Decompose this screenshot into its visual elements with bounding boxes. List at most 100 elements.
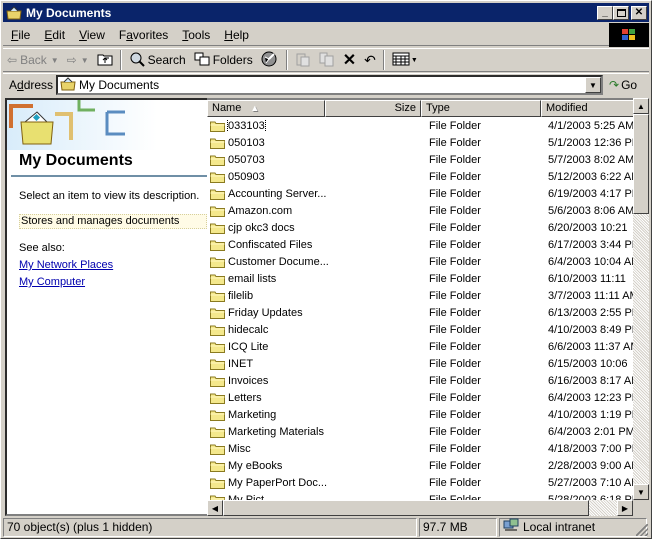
back-label: Back: [20, 53, 47, 67]
file-row[interactable]: hidecalc File Folder 4/10/2003 8:49 PM: [207, 321, 633, 338]
file-row[interactable]: 050903 File Folder 5/12/2003 6:22 AM: [207, 168, 633, 185]
copy-to-button[interactable]: [315, 49, 339, 71]
back-button[interactable]: ⇦ Back ▼: [3, 49, 63, 71]
vertical-scroll-thumb[interactable]: [633, 114, 649, 214]
address-dropdown-button[interactable]: ▼: [585, 77, 601, 93]
folder-icon: [210, 273, 228, 285]
file-name-cell: Letters: [207, 392, 423, 404]
file-type: File Folder: [429, 136, 481, 149]
folder-icon: [210, 188, 228, 200]
status-zone: Local intranet: [499, 518, 647, 537]
file-row[interactable]: Marketing Materials File Folder 6/4/2003 2…: [207, 423, 633, 440]
file-row[interactable]: Marketing File Folder 4/10/2003 1:19 PM: [207, 406, 633, 423]
forward-button[interactable]: ⇨ ▼: [63, 49, 93, 71]
back-arrow-icon: ⇦: [7, 53, 18, 67]
scroll-left-button[interactable]: ◀: [207, 500, 223, 516]
file-name-cell: Marketing Materials: [207, 426, 423, 438]
maximize-button[interactable]: [613, 5, 629, 20]
scroll-right-button[interactable]: ▶: [617, 500, 633, 516]
column-header-modified[interactable]: Modified: [541, 100, 633, 117]
views-button[interactable]: ▼: [388, 49, 422, 71]
file-name-cell: 050703: [207, 154, 423, 166]
file-name-cell: 050903: [207, 171, 423, 183]
menu-view[interactable]: View: [73, 28, 111, 42]
file-row[interactable]: Invoices File Folder 6/16/2003 8:17 AM: [207, 372, 633, 389]
folders-button[interactable]: Folders: [190, 49, 257, 71]
file-modified: 3/7/2003 11:11 AM: [548, 289, 633, 302]
file-name: Misc: [228, 442, 251, 455]
column-header-name[interactable]: Name ▲: [207, 100, 325, 117]
file-name-cell: hidecalc: [207, 324, 423, 336]
file-row[interactable]: Confiscated Files File Folder 6/17/2003 3:…: [207, 236, 633, 253]
file-row[interactable]: Accounting Server... File Folder 6/19/2003…: [207, 185, 633, 202]
arrow-up-icon: ▲: [637, 101, 645, 111]
delete-button[interactable]: ✕: [339, 49, 360, 71]
file-row[interactable]: ICQ Lite File Folder 6/6/2003 11:37 AM: [207, 338, 633, 355]
horizontal-scroll-thumb[interactable]: [223, 500, 589, 516]
file-row[interactable]: 050703 File Folder 5/7/2003 8:02 AM: [207, 151, 633, 168]
link-my-network-places[interactable]: My Network Places: [19, 259, 113, 271]
file-row[interactable]: filelib File Folder 3/7/2003 11:11 AM: [207, 287, 633, 304]
scroll-down-button[interactable]: ▼: [633, 484, 649, 500]
resize-grip[interactable]: [636, 524, 648, 536]
menu-help[interactable]: Help: [218, 28, 255, 42]
file-row[interactable]: My Pict... File Folder 5/28/2003 6:18 PM: [207, 491, 633, 500]
up-folder-button[interactable]: [93, 49, 117, 71]
menu-edit[interactable]: Edit: [38, 28, 71, 42]
file-row[interactable]: My PaperPort Doc... File Folder 5/27/2003 …: [207, 474, 633, 491]
minimize-button[interactable]: _: [597, 5, 613, 20]
file-modified: 6/16/2003 8:17 AM: [548, 374, 633, 387]
column-header-size[interactable]: Size: [325, 100, 421, 117]
scroll-up-button[interactable]: ▲: [633, 98, 649, 114]
file-type: File Folder: [429, 476, 481, 489]
vertical-scrollbar[interactable]: ▲ ▼: [633, 98, 649, 500]
address-value: My Documents: [79, 78, 160, 92]
file-row[interactable]: Amazon.com File Folder 5/6/2003 8:06 AM: [207, 202, 633, 219]
file-row[interactable]: cjp okc3 docs File Folder 6/20/2003 10:21: [207, 219, 633, 236]
column-header-type[interactable]: Type: [421, 100, 541, 117]
status-size: 97.7 MB: [419, 518, 497, 537]
menu-file[interactable]: File: [5, 28, 36, 42]
undo-button[interactable]: ↶: [360, 49, 380, 71]
file-name: Customer Docume...: [228, 255, 329, 268]
address-input[interactable]: My Documents ▼: [56, 75, 603, 95]
file-modified: 5/6/2003 8:06 AM: [548, 204, 633, 217]
history-button[interactable]: [257, 49, 283, 71]
file-name: My PaperPort Doc...: [228, 476, 328, 489]
file-name-cell: 050103: [207, 137, 423, 149]
file-row[interactable]: email lists File Folder 6/10/2003 11:11: [207, 270, 633, 287]
file-row[interactable]: Friday Updates File Folder 6/13/2003 2:55 …: [207, 304, 633, 321]
close-button[interactable]: ✕: [631, 5, 647, 20]
file-row[interactable]: 050103 File Folder 5/1/2003 12:36 PM: [207, 134, 633, 151]
toolbar-separator: [119, 50, 122, 70]
title-bar[interactable]: My Documents _ ✕: [3, 3, 649, 22]
file-row[interactable]: INET File Folder 6/15/2003 10:06: [207, 355, 633, 372]
menu-favorites[interactable]: Favorites: [113, 28, 174, 42]
go-button[interactable]: ↷ Go: [603, 78, 649, 92]
folders-label: Folders: [212, 53, 253, 67]
menu-tools[interactable]: Tools: [176, 28, 216, 42]
file-row[interactable]: 033103 File Folder 4/1/2003 5:25 AM: [207, 117, 633, 134]
file-type: File Folder: [429, 442, 481, 455]
file-row[interactable]: Customer Docume... File Folder 6/4/2003 10…: [207, 253, 633, 270]
file-row[interactable]: Misc File Folder 4/18/2003 7:00 PM: [207, 440, 633, 457]
folder-icon: [210, 239, 228, 251]
file-modified: 6/4/2003 10:04 AM: [548, 255, 633, 268]
file-name-cell: Customer Docume...: [207, 256, 423, 268]
file-type: File Folder: [429, 272, 481, 285]
search-button[interactable]: Search: [125, 49, 190, 71]
link-my-computer[interactable]: My Computer: [19, 276, 85, 288]
horizontal-scrollbar[interactable]: ◀ ▶: [207, 500, 633, 516]
file-name: cjp okc3 docs: [228, 221, 295, 234]
file-row[interactable]: Letters File Folder 6/4/2003 12:23 PM: [207, 389, 633, 406]
folders-icon: [194, 52, 210, 69]
file-row[interactable]: My eBooks File Folder 2/28/2003 9:00 AM: [207, 457, 633, 474]
forward-dropdown-icon[interactable]: ▼: [81, 56, 89, 65]
file-modified: 6/10/2003 11:11: [548, 272, 626, 285]
status-bar: 70 object(s) (plus 1 hidden) 97.7 MB Loc…: [3, 518, 649, 537]
back-dropdown-icon[interactable]: ▼: [51, 56, 59, 65]
folder-icon: [210, 409, 228, 421]
search-label: Search: [147, 53, 186, 67]
move-to-button[interactable]: [291, 49, 315, 71]
zone-label: Local intranet: [523, 520, 596, 534]
